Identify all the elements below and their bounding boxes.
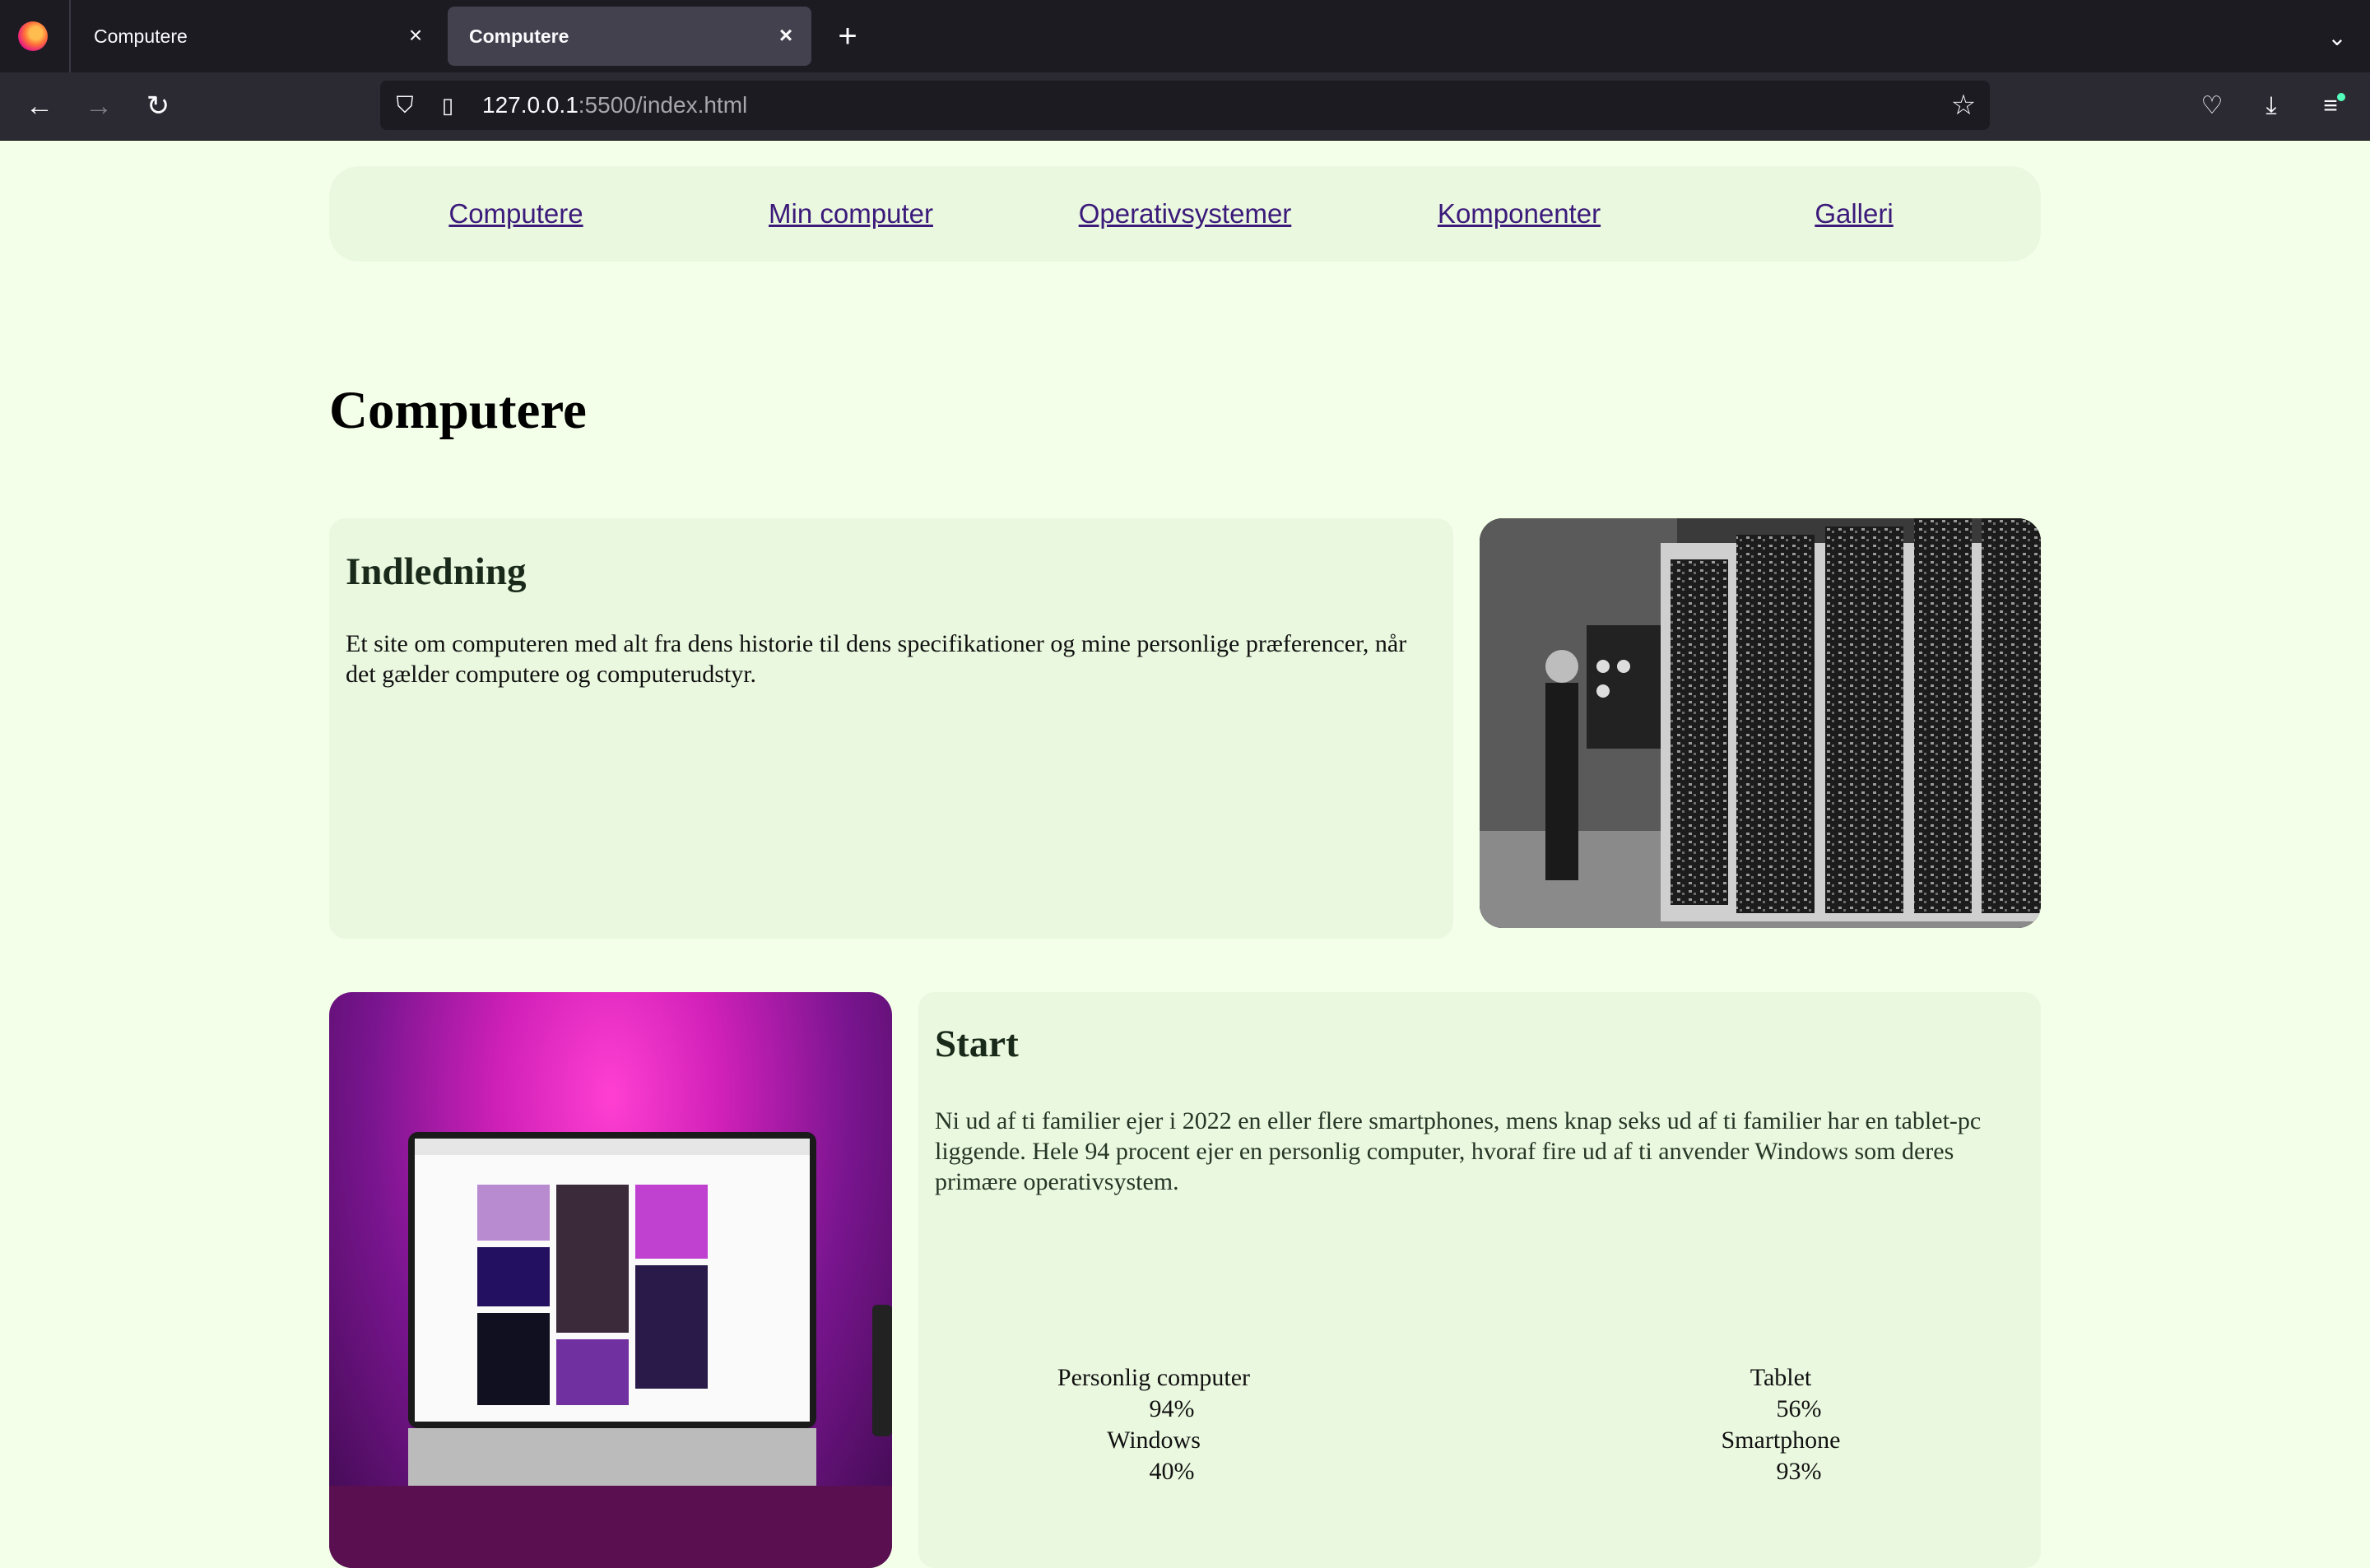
nav-link-min-computer[interactable]: Min computer — [769, 166, 933, 262]
browser-tab-2-active[interactable]: Computere × — [448, 7, 811, 66]
nav-link-galleri[interactable]: Galleri — [1815, 166, 1893, 262]
intro-heading: Indledning — [346, 550, 527, 593]
stat-value: 93% — [1776, 1458, 1822, 1485]
page-title: Computere — [329, 381, 587, 440]
browser-tab-1[interactable]: Computere × — [72, 7, 441, 66]
url-text[interactable]: 127.0.0.1:5500/index.html — [482, 81, 747, 130]
forward-arrow-icon[interactable]: → — [79, 86, 118, 126]
firefox-logo-icon — [18, 21, 48, 51]
stat-value: 94% — [1149, 1395, 1195, 1422]
stat-label: Windows — [1107, 1427, 1201, 1454]
nav-link-komponenter[interactable]: Komponenter — [1438, 166, 1601, 262]
nav-link-computere[interactable]: Computere — [448, 166, 583, 262]
update-badge — [2337, 93, 2345, 101]
tab-list-chevron-down-icon[interactable]: ⌄ — [2321, 21, 2354, 54]
close-tab-icon[interactable]: × — [772, 21, 800, 49]
stat-value: 40% — [1149, 1458, 1195, 1485]
new-tab-plus-icon[interactable]: + — [831, 20, 864, 53]
back-arrow-icon[interactable]: ← — [20, 86, 59, 126]
tab-title: Computere — [94, 25, 188, 47]
stat-label: Smartphone — [1721, 1427, 1841, 1454]
stat-value: 56% — [1776, 1395, 1822, 1422]
nav-link-operativsystemer[interactable]: Operativsystemer — [1079, 166, 1292, 262]
pocket-icon[interactable]: ♡ — [2192, 86, 2232, 126]
tracking-protection-shield-icon[interactable]: ⛉ — [393, 92, 416, 118]
stat-smartphone: Smartphone 93% — [1657, 1425, 1904, 1487]
stat-tablet: Tablet 56% — [1657, 1362, 1904, 1425]
url-host: 127.0.0.1 — [482, 92, 579, 118]
stat-pc: Personlig computer 94% — [1030, 1362, 1277, 1425]
tab-title: Computere — [469, 25, 569, 47]
app-menu-hamburger-icon[interactable]: ≡ — [2311, 86, 2350, 126]
stat-label: Tablet — [1750, 1364, 1812, 1391]
downloads-icon[interactable]: ⤓ — [2252, 86, 2291, 126]
vintage-mainframe-photo — [1480, 518, 2041, 928]
reload-icon[interactable]: ↻ — [138, 86, 178, 126]
browser-toolbar: ← → ↻ ⛉ ▯ 127.0.0.1:5500/index.html ☆ ♡ … — [0, 72, 2370, 141]
start-heading: Start — [935, 1023, 1019, 1065]
start-text: Ni ud af ti familier ejer i 2022 en elle… — [935, 1107, 1982, 1195]
site-navigation: Computere Min computer Operativsystemer … — [329, 166, 2041, 262]
intro-text: Et site om computeren med alt fra dens h… — [346, 630, 1407, 688]
stat-label: Personlig computer — [1057, 1364, 1251, 1391]
browser-tab-bar: Computere × Computere × + ⌄ — [0, 0, 2370, 72]
bookmark-star-icon[interactable]: ☆ — [1949, 90, 1978, 120]
url-path: :5500/index.html — [578, 92, 748, 118]
intro-card: Indledning Et site om computeren med alt… — [329, 518, 1453, 939]
close-tab-icon[interactable]: × — [402, 21, 430, 49]
start-card: Start Ni ud af ti familier ejer i 2022 e… — [918, 992, 2041, 1568]
address-bar[interactable]: ⛉ ▯ 127.0.0.1:5500/index.html ☆ — [380, 81, 1990, 130]
stat-windows: Windows 40% — [1030, 1425, 1277, 1487]
tab-separator — [69, 0, 71, 72]
page-info-icon[interactable]: ▯ — [438, 92, 458, 118]
imac-pink-desk-photo — [329, 992, 892, 1568]
